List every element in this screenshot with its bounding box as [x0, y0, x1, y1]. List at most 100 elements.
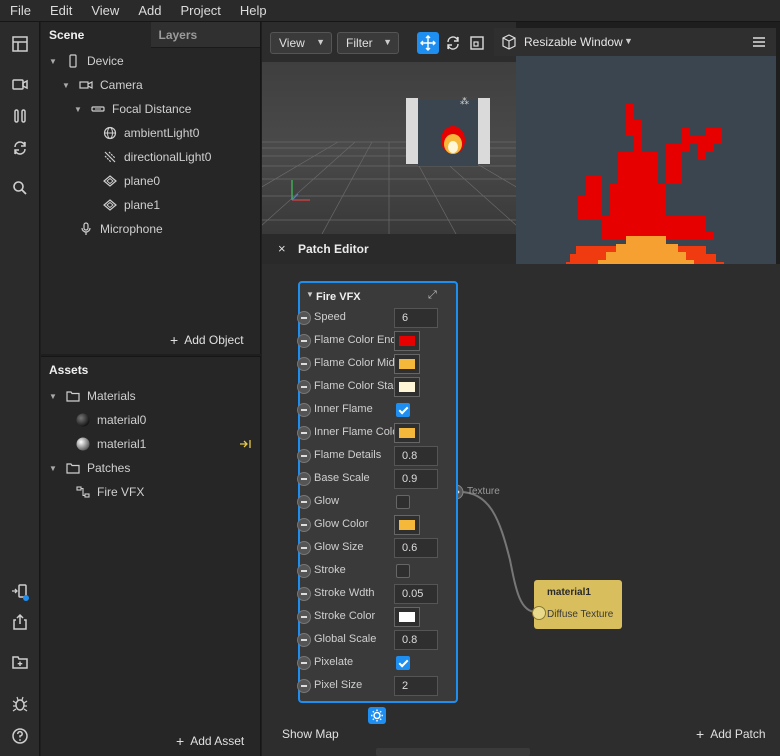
hamburger-menu-icon[interactable]: [752, 35, 766, 49]
tree-item-microphone[interactable]: Microphone: [78, 217, 163, 241]
asset-item-fire-vfx[interactable]: Fire VFX: [75, 480, 144, 504]
input-port-icon[interactable]: [297, 679, 311, 693]
param-stroke-color[interactable]: Stroke Color: [297, 606, 456, 629]
diffuse-texture-port[interactable]: [532, 606, 546, 620]
param-stroke-wdth[interactable]: Stroke Wdth 0.05: [297, 583, 456, 606]
menu-edit[interactable]: Edit: [40, 0, 81, 22]
param-flame-color-start[interactable]: Flame Color Start: [297, 376, 456, 399]
color-swatch[interactable]: [394, 423, 420, 443]
add-object-button[interactable]: + Add Object: [170, 330, 244, 350]
tree-item-camera[interactable]: ▼ Camera: [62, 73, 143, 97]
param-pixel-size[interactable]: Pixel Size 2: [297, 675, 456, 698]
param-global-scale[interactable]: Global Scale 0.8: [297, 629, 456, 652]
input-port-icon[interactable]: [297, 541, 311, 555]
search-icon[interactable]: [10, 178, 30, 198]
param-checkbox[interactable]: [396, 403, 410, 417]
input-port-icon[interactable]: [297, 403, 311, 417]
horizontal-scrollbar[interactable]: [376, 748, 530, 756]
tree-item-device[interactable]: ▼ Device: [49, 49, 124, 73]
input-port-icon[interactable]: [297, 495, 311, 509]
param-value-field[interactable]: 0.05: [394, 584, 438, 604]
tree-item-directional-light[interactable]: directionalLight0: [102, 145, 211, 169]
param-flame-details[interactable]: Flame Details 0.8: [297, 445, 456, 468]
param-glow[interactable]: Glow: [297, 491, 456, 514]
input-port-icon[interactable]: [297, 564, 311, 578]
move-tool-button[interactable]: [417, 32, 439, 54]
color-swatch[interactable]: [394, 331, 420, 351]
view-dropdown[interactable]: View ▼: [270, 32, 332, 54]
input-port-icon[interactable]: [297, 587, 311, 601]
menu-view[interactable]: View: [81, 0, 128, 22]
tree-item-plane1[interactable]: plane1: [102, 193, 160, 217]
link-arrow-icon[interactable]: [239, 437, 253, 451]
param-stroke[interactable]: Stroke: [297, 560, 456, 583]
pause-icon[interactable]: [10, 106, 30, 126]
color-swatch[interactable]: [394, 515, 420, 535]
rotate-tool-button[interactable]: [442, 32, 464, 54]
color-swatch[interactable]: [394, 607, 420, 627]
input-port-icon[interactable]: [297, 518, 311, 532]
param-checkbox[interactable]: [396, 656, 410, 670]
menu-project[interactable]: Project: [170, 0, 229, 22]
layout-icon[interactable]: [10, 34, 30, 54]
expand-arrow-icon[interactable]: ▼: [74, 105, 84, 114]
param-value-field[interactable]: 0.8: [394, 446, 438, 466]
expand-icon[interactable]: ⤢: [428, 289, 437, 302]
menu-file[interactable]: File: [0, 0, 40, 22]
param-value-field[interactable]: 0.8: [394, 630, 438, 650]
param-value-field[interactable]: 2: [394, 676, 438, 696]
asset-item-patches[interactable]: ▼ Patches: [49, 456, 130, 480]
add-asset-button[interactable]: + Add Asset: [176, 731, 244, 751]
fire-vfx-node[interactable]: ▼ Fire VFX ⤢ Speed 6 Flame Color End Flame …: [297, 281, 458, 703]
color-swatch[interactable]: [394, 377, 420, 397]
param-speed[interactable]: Speed 6: [297, 307, 456, 330]
param-inner-flame[interactable]: Inner Flame: [297, 399, 456, 422]
param-pixelate[interactable]: Pixelate: [297, 652, 456, 675]
asset-item-material0[interactable]: material0: [75, 408, 146, 432]
input-port-icon[interactable]: [297, 656, 311, 670]
add-patch-button[interactable]: + Add Patch: [696, 724, 766, 744]
param-base-scale[interactable]: Base Scale 0.9: [297, 468, 456, 491]
share-icon[interactable]: [10, 612, 30, 632]
input-port-icon[interactable]: [297, 334, 311, 348]
input-port-icon[interactable]: [297, 633, 311, 647]
param-value-field[interactable]: 0.9: [394, 469, 438, 489]
chevron-down-icon[interactable]: ▼: [624, 36, 633, 46]
menu-add[interactable]: Add: [128, 0, 170, 22]
expand-arrow-icon[interactable]: ▼: [62, 81, 72, 90]
param-inner-flame-color[interactable]: Inner Flame Color: [297, 422, 456, 445]
param-glow-size[interactable]: Glow Size 0.6: [297, 537, 456, 560]
close-icon[interactable]: ×: [278, 241, 286, 256]
input-port-icon[interactable]: [297, 426, 311, 440]
asset-item-materials[interactable]: ▼ Materials: [49, 384, 136, 408]
param-checkbox[interactable]: [396, 564, 410, 578]
param-value-field[interactable]: 6: [394, 308, 438, 328]
material1-node[interactable]: material1 Diffuse Texture: [532, 580, 622, 629]
input-port-icon[interactable]: [297, 357, 311, 371]
expand-arrow-icon[interactable]: ▼: [49, 464, 59, 473]
add-folder-icon[interactable]: [10, 652, 30, 672]
input-port-icon[interactable]: [297, 311, 311, 325]
color-swatch[interactable]: [394, 354, 420, 374]
show-map-button[interactable]: Show Map: [282, 727, 339, 741]
input-port-icon[interactable]: [297, 449, 311, 463]
video-camera-icon[interactable]: [10, 74, 30, 94]
tab-scene[interactable]: Scene: [41, 22, 151, 48]
param-flame-color-end[interactable]: Flame Color End: [297, 330, 456, 353]
help-icon[interactable]: [10, 726, 30, 746]
bug-icon[interactable]: [10, 694, 30, 714]
param-value-field[interactable]: 0.6: [394, 538, 438, 558]
input-port-icon[interactable]: [297, 472, 311, 486]
refresh-icon[interactable]: [10, 138, 30, 158]
filter-dropdown[interactable]: Filter ▼: [337, 32, 399, 54]
param-checkbox[interactable]: [396, 495, 410, 509]
asset-item-material1[interactable]: material1: [75, 432, 146, 456]
scale-tool-button[interactable]: [466, 32, 488, 54]
tree-item-ambient-light[interactable]: ambientLight0: [102, 121, 199, 145]
expand-arrow-icon[interactable]: ▼: [49, 57, 59, 66]
input-port-icon[interactable]: [297, 380, 311, 394]
tree-item-plane0[interactable]: plane0: [102, 169, 160, 193]
input-port-icon[interactable]: [297, 610, 311, 624]
patch-editor-canvas-right[interactable]: [516, 512, 780, 756]
tab-layers[interactable]: Layers: [150, 22, 260, 48]
